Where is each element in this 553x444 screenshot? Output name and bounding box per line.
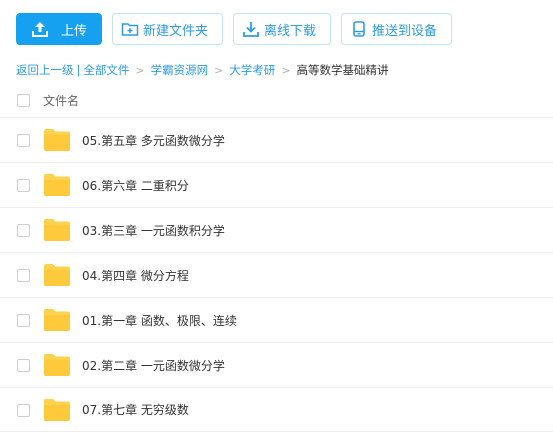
breadcrumb-separator: > xyxy=(281,63,291,77)
breadcrumb-item-all-files[interactable]: 全部文件 xyxy=(83,62,129,78)
list-item[interactable]: 02.第二章 一元函数微分学 xyxy=(0,342,553,387)
new-folder-button[interactable]: 新建文件夹 xyxy=(112,13,223,45)
folder-icon xyxy=(43,218,71,242)
device-icon xyxy=(350,20,368,38)
list-item[interactable]: 04.第四章 微分方程 xyxy=(0,252,553,297)
folder-icon xyxy=(43,173,71,197)
new-folder-icon xyxy=(121,20,139,38)
select-all-checkbox[interactable] xyxy=(17,93,30,107)
folder-icon xyxy=(43,263,71,287)
breadcrumb-separator: > xyxy=(135,63,145,77)
new-folder-label: 新建文件夹 xyxy=(143,23,209,39)
upload-label: 上传 xyxy=(60,23,87,39)
push-to-device-label: 推送到设备 xyxy=(372,23,438,39)
download-icon xyxy=(242,20,260,38)
breadcrumb: 返回上一级 | 全部文件 > 学霸资源网 > 大学考研 > 高等数学基础精讲 xyxy=(16,62,389,78)
list-item[interactable]: 06.第六章 二重积分 xyxy=(0,162,553,207)
folder-icon xyxy=(43,353,71,377)
row-checkbox[interactable] xyxy=(17,314,30,327)
row-checkbox[interactable] xyxy=(17,224,30,237)
row-checkbox[interactable] xyxy=(17,404,30,417)
file-list-header: 文件名 xyxy=(0,87,553,113)
row-checkbox[interactable] xyxy=(17,179,30,192)
push-to-device-button[interactable]: 推送到设备 xyxy=(341,13,452,45)
breadcrumb-current: 高等数学基础精讲 xyxy=(296,63,389,77)
list-item[interactable]: 05.第五章 多元函数微分学 xyxy=(0,117,553,162)
folder-name[interactable]: 07.第七章 无穷级数 xyxy=(82,401,189,418)
breadcrumb-separator: > xyxy=(214,63,224,77)
offline-download-label: 离线下载 xyxy=(264,23,317,39)
folder-name[interactable]: 06.第六章 二重积分 xyxy=(82,177,189,194)
breadcrumb-item-kaoyan[interactable]: 大学考研 xyxy=(229,62,275,78)
column-header-filename[interactable]: 文件名 xyxy=(43,92,79,109)
list-item[interactable]: 01.第一章 函数、极限、连续 xyxy=(0,297,553,342)
folder-name[interactable]: 02.第二章 一元函数微分学 xyxy=(82,357,225,374)
breadcrumb-divider: | xyxy=(76,63,81,77)
toolbar: 上传 新建文件夹 离线下载 推送到设备 xyxy=(16,13,452,45)
upload-button[interactable]: 上传 xyxy=(16,13,102,45)
folder-icon xyxy=(43,398,71,422)
folder-name[interactable]: 04.第四章 微分方程 xyxy=(82,267,189,284)
file-list: 05.第五章 多元函数微分学 06.第六章 二重积分 03.第三章 一元函数积分… xyxy=(0,117,553,432)
folder-icon xyxy=(43,308,71,332)
folder-name[interactable]: 05.第五章 多元函数微分学 xyxy=(82,132,225,149)
folder-name[interactable]: 03.第三章 一元函数积分学 xyxy=(82,222,225,239)
row-checkbox[interactable] xyxy=(17,134,30,147)
offline-download-button[interactable]: 离线下载 xyxy=(233,13,331,45)
row-checkbox[interactable] xyxy=(17,269,30,282)
folder-icon xyxy=(43,128,71,152)
breadcrumb-item-xueba[interactable]: 学霸资源网 xyxy=(151,62,209,78)
list-item[interactable]: 07.第七章 无穷级数 xyxy=(0,387,553,432)
folder-name[interactable]: 01.第一章 函数、极限、连续 xyxy=(82,312,237,329)
breadcrumb-back-link[interactable]: 返回上一级 xyxy=(16,62,74,78)
upload-icon xyxy=(31,20,49,38)
row-checkbox[interactable] xyxy=(17,359,30,372)
list-item[interactable]: 03.第三章 一元函数积分学 xyxy=(0,207,553,252)
